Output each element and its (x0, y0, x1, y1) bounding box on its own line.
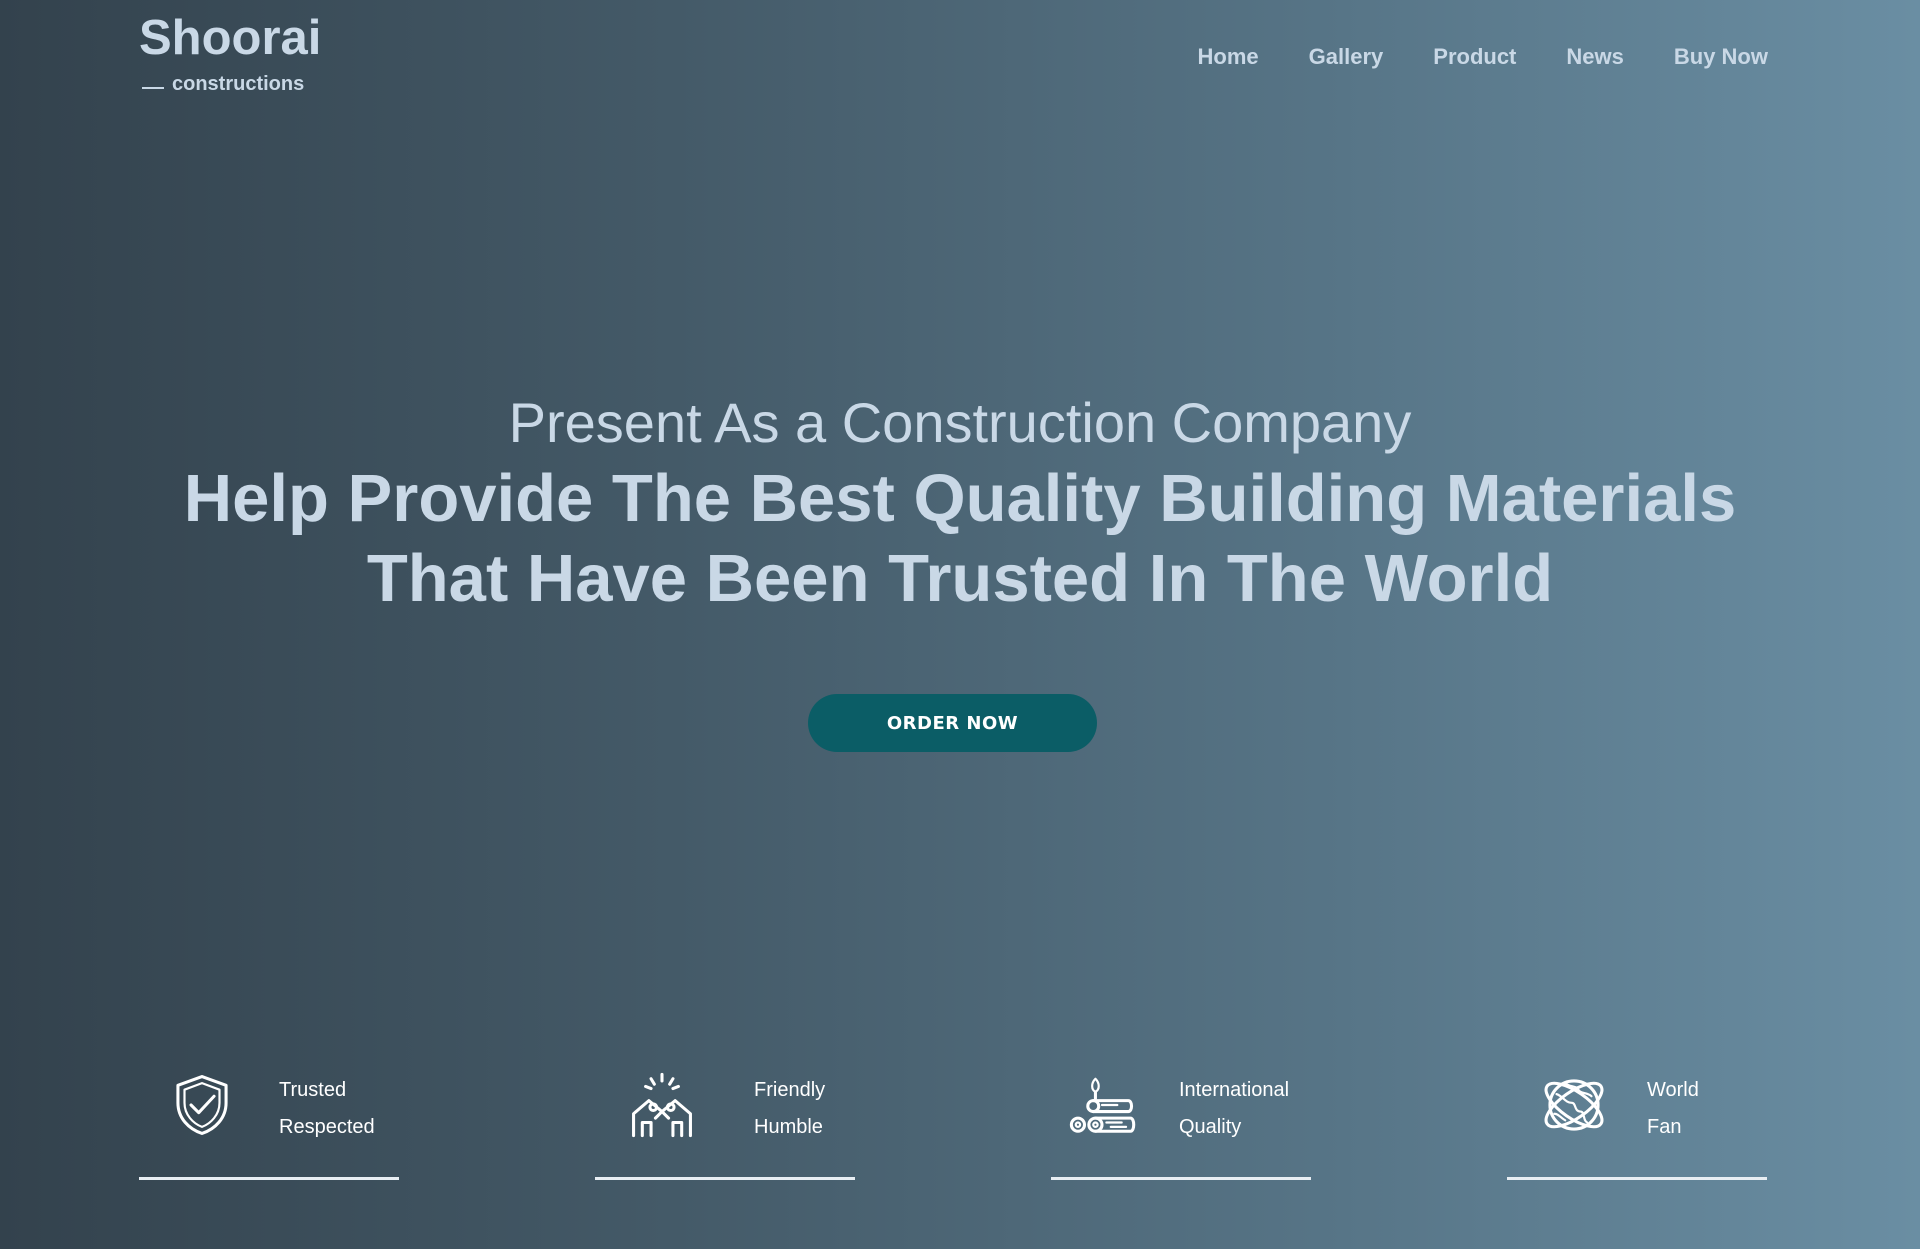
main-nav: Home Gallery Product News Buy Now (1198, 44, 1768, 70)
shield-check-icon (167, 1070, 237, 1140)
nav-product[interactable]: Product (1433, 44, 1516, 70)
brand-name: Shoorai (139, 11, 322, 65)
globe-orbit-icon (1539, 1070, 1609, 1140)
feature-line-2: Respected (279, 1116, 375, 1138)
feature-world: World Fan (1507, 1060, 1767, 1180)
hero-section: Present As a Construction Company Help P… (0, 390, 1920, 616)
logs-lumber-icon (1067, 1070, 1137, 1140)
brand-tagline: constructions (172, 73, 305, 95)
feature-international: International Quality (1051, 1060, 1311, 1180)
feature-line-1: International (1179, 1079, 1290, 1101)
hero-subtitle: Present As a Construction Company (508, 391, 1412, 454)
feature-text: International Quality (1179, 1072, 1289, 1146)
feature-line-2: Humble (754, 1116, 823, 1138)
feature-text: World Fan (1647, 1072, 1699, 1146)
hero-title-line-2: That Have Been Trusted In The World (366, 541, 1554, 616)
feature-text: Trusted Respected (279, 1072, 375, 1146)
order-now-button[interactable]: ORDER NOW (808, 694, 1097, 752)
feature-line-1: Friendly (754, 1079, 826, 1101)
nav-buy-now[interactable]: Buy Now (1674, 44, 1768, 70)
feature-line-1: Trusted (279, 1079, 347, 1101)
feature-line-2: Fan (1647, 1116, 1682, 1138)
brand-logo[interactable]: Shoorai constructions (139, 12, 321, 96)
feature-friendly: Friendly Humble (595, 1060, 855, 1180)
hero-title-line-1: Help Provide The Best Quality Building M… (183, 461, 1737, 536)
feature-line-2: Quality (1179, 1116, 1242, 1138)
nav-gallery[interactable]: Gallery (1309, 44, 1384, 70)
features-row: Trusted Respected Friendly Humble Intern… (139, 1060, 1767, 1180)
handshake-house-icon (627, 1070, 697, 1140)
brand-tagline-row: constructions (139, 73, 321, 96)
feature-text: Friendly Humble (754, 1072, 825, 1146)
tagline-dash (142, 86, 164, 89)
feature-trusted: Trusted Respected (139, 1060, 399, 1180)
feature-line-1: World (1647, 1079, 1699, 1101)
nav-home[interactable]: Home (1198, 44, 1259, 70)
nav-news[interactable]: News (1566, 44, 1623, 70)
